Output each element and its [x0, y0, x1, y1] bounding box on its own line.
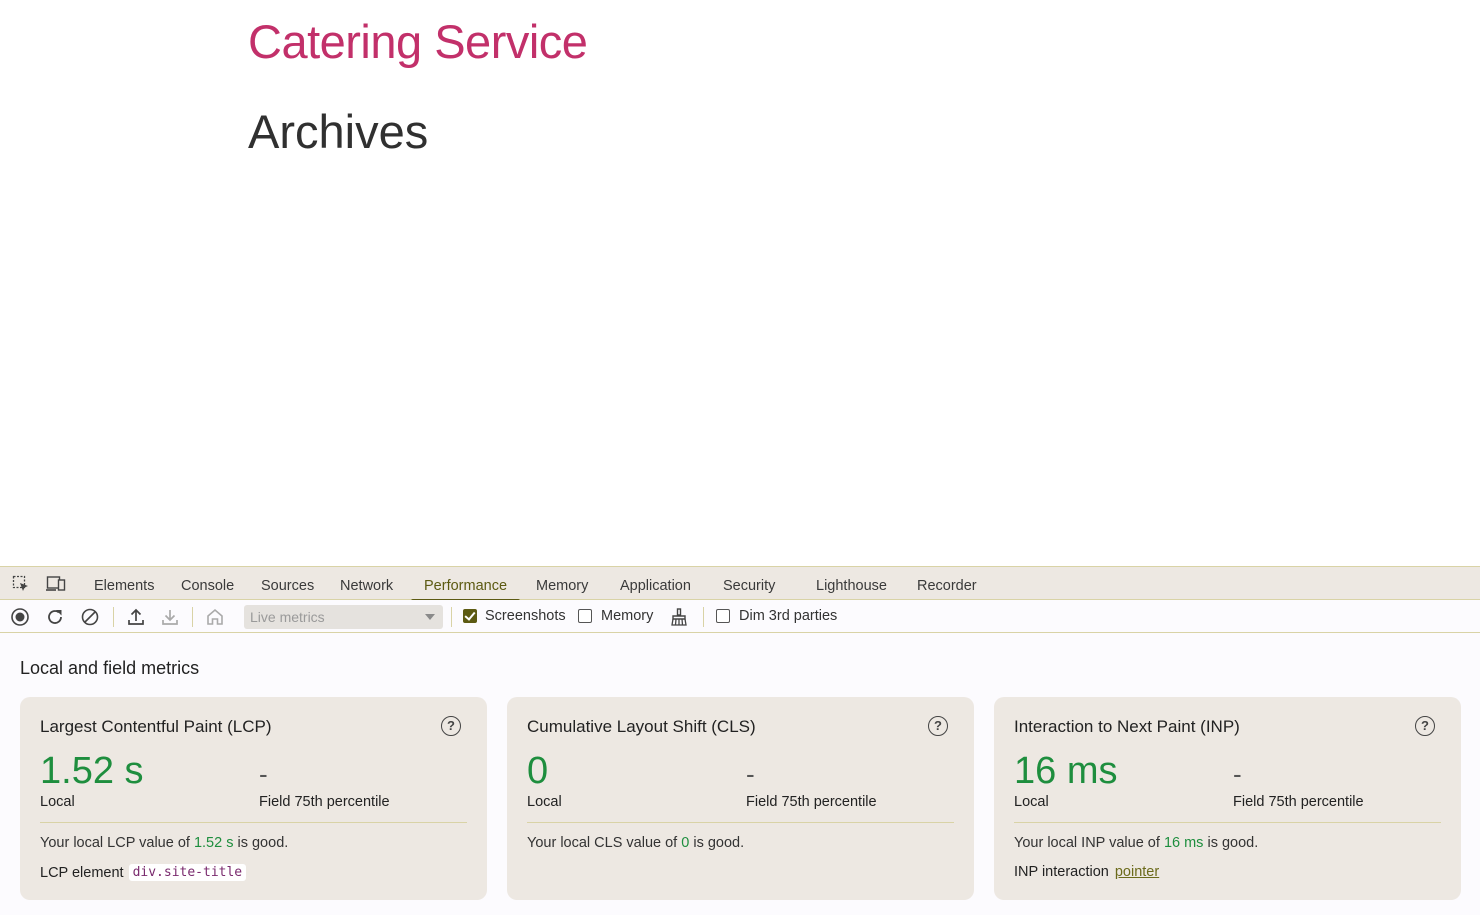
- tab-application[interactable]: Application: [607, 567, 704, 601]
- local-value: 1.52 s: [40, 750, 144, 792]
- lcp-element-node[interactable]: div.site-title: [128, 864, 247, 881]
- tab-network[interactable]: Network: [327, 567, 406, 601]
- memory-label: Memory: [601, 608, 654, 624]
- toolbar-separator: [192, 607, 193, 627]
- metric-description: Your local CLS value of 0 is good.: [527, 835, 745, 851]
- section-title: Local and field metrics: [20, 658, 200, 678]
- record-icon[interactable]: [9, 606, 31, 628]
- local-label: Local: [40, 794, 75, 810]
- tab-sources[interactable]: Sources: [248, 567, 327, 601]
- memory-checkbox[interactable]: [578, 609, 592, 623]
- dim-3rd-parties-label: Dim 3rd parties: [739, 608, 838, 624]
- inp-interaction-link[interactable]: pointer: [1115, 864, 1159, 880]
- page-heading: Archives: [248, 105, 429, 158]
- field-value: -: [1233, 759, 1242, 789]
- card-title: Largest Contentful Paint (LCP): [40, 717, 272, 736]
- tab-console[interactable]: Console: [168, 567, 247, 601]
- field-label: Field 75th percentile: [259, 794, 390, 810]
- screenshots-checkbox[interactable]: [463, 609, 477, 623]
- screenshots-label: Screenshots: [485, 608, 566, 624]
- page-viewport: Catering Service Archives: [0, 0, 1480, 566]
- inp-interaction-label: INP interaction: [1014, 864, 1109, 880]
- local-label: Local: [527, 794, 562, 810]
- field-value: -: [746, 759, 755, 789]
- tab-elements[interactable]: Elements: [81, 567, 167, 601]
- field-value: -: [259, 759, 268, 789]
- tab-lighthouse[interactable]: Lighthouse: [803, 567, 900, 601]
- inspect-element-icon[interactable]: [11, 574, 31, 594]
- dim-3rd-parties-checkbox[interactable]: [716, 609, 730, 623]
- toolbar-separator: [703, 607, 704, 627]
- card-title: Interaction to Next Paint (INP): [1014, 717, 1240, 736]
- card-title: Cumulative Layout Shift (CLS): [527, 717, 756, 736]
- help-icon[interactable]: ?: [441, 716, 461, 736]
- local-label: Local: [1014, 794, 1049, 810]
- good-value: 1.52 s: [193, 835, 234, 851]
- divider: [40, 822, 467, 823]
- good-value: 16 ms: [1163, 835, 1204, 851]
- device-toolbar-icon[interactable]: [46, 574, 66, 594]
- reload-record-icon[interactable]: [44, 606, 66, 628]
- lcp-element-row: LCP element div.site-title: [40, 864, 247, 881]
- divider: [527, 822, 954, 823]
- inp-card: Interaction to Next Paint (INP) ? 16 ms …: [994, 697, 1461, 900]
- download-icon[interactable]: [159, 606, 181, 628]
- garbage-collect-icon[interactable]: [668, 606, 690, 628]
- recording-select[interactable]: Live metrics: [244, 605, 443, 629]
- field-label: Field 75th percentile: [1233, 794, 1364, 810]
- home-icon[interactable]: [204, 606, 226, 628]
- inp-interaction-row: INP interaction pointer: [1014, 864, 1159, 880]
- tab-memory[interactable]: Memory: [523, 567, 601, 601]
- chevron-down-icon: [425, 614, 435, 620]
- clear-icon[interactable]: [79, 606, 101, 628]
- toolbar-separator: [451, 607, 452, 627]
- help-icon[interactable]: ?: [928, 716, 948, 736]
- tab-security[interactable]: Security: [710, 567, 788, 601]
- field-label: Field 75th percentile: [746, 794, 877, 810]
- lcp-card: Largest Contentful Paint (LCP) ? 1.52 s …: [20, 697, 487, 900]
- cls-card: Cumulative Layout Shift (CLS) ? 0 - Loca…: [507, 697, 974, 900]
- performance-toolbar: Live metrics Screenshots Memory Dim 3rd …: [0, 600, 1480, 633]
- devtools-tabbar: Elements Console Sources Network Perform…: [0, 566, 1480, 602]
- toolbar-separator: [113, 607, 114, 627]
- devtools-panel: Elements Console Sources Network Perform…: [0, 566, 1480, 915]
- lcp-element-label: LCP element: [40, 864, 124, 881]
- local-value: 0: [527, 750, 549, 792]
- metric-description: Your local INP value of 16 ms is good.: [1014, 835, 1259, 851]
- divider: [1014, 822, 1441, 823]
- tab-recorder[interactable]: Recorder: [904, 567, 990, 601]
- site-title[interactable]: Catering Service: [248, 14, 588, 69]
- metric-description: Your local LCP value of 1.52 s is good.: [40, 835, 289, 851]
- local-value: 16 ms: [1014, 750, 1118, 792]
- help-icon[interactable]: ?: [1415, 716, 1435, 736]
- upload-icon[interactable]: [125, 606, 147, 628]
- tab-performance[interactable]: Performance: [411, 567, 521, 602]
- recording-select-value: Live metrics: [250, 609, 325, 625]
